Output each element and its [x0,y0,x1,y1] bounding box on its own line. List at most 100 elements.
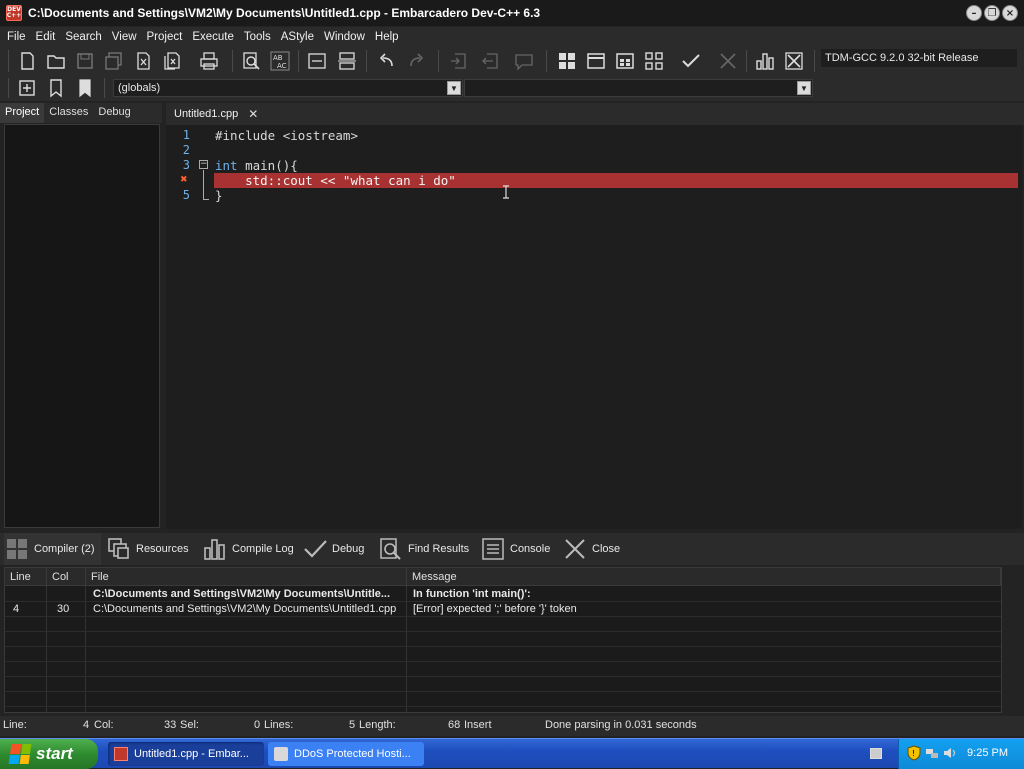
stop-execution-icon[interactable] [717,50,739,72]
syntax-check-icon[interactable] [680,50,702,72]
member-select[interactable]: ▼ [464,79,813,97]
menu-file[interactable]: File [2,31,31,43]
comment-icon[interactable] [513,50,535,72]
tab-compiler[interactable]: Compiler (2) [4,533,101,565]
maximize-button[interactable]: ❐ [984,5,1000,21]
split-view-icon[interactable] [336,50,358,72]
fold-toggle-icon[interactable]: − [199,160,208,169]
taskbar-item-browser[interactable]: DDoS Protected Hosti... [268,742,424,766]
menu-search[interactable]: Search [60,31,106,43]
compiler-messages-table: Line Col File Message C:\Documents and S… [4,567,1002,713]
tab-resources[interactable]: Resources [106,533,189,565]
menu-astyle[interactable]: AStyle [276,31,319,43]
column-header-file[interactable]: File [86,568,407,586]
tab-debug-output[interactable]: Debug [302,533,364,565]
devcpp-icon [114,747,128,761]
chevron-down-icon[interactable]: ▼ [797,81,811,95]
svg-text:AB: AB [273,54,283,62]
close-icon [565,539,585,559]
delete-profile-icon[interactable] [783,50,805,72]
find-icon[interactable] [240,50,262,72]
bookmark-icon[interactable] [45,77,67,99]
compile-icon[interactable] [556,50,578,72]
keyboard-icon[interactable] [870,748,882,759]
status-line-value: 4 [83,719,90,731]
goto-line-icon[interactable] [306,50,328,72]
row2-file[interactable]: C:\Documents and Settings\VM2\My Documen… [89,602,405,617]
code-line-1: #include <iostream> [215,128,358,143]
new-file-icon[interactable] [16,50,38,72]
browser-icon [274,747,288,761]
close-tab-icon[interactable]: ✕ [248,107,258,121]
run-icon[interactable] [585,50,607,72]
indent-icon[interactable] [448,50,470,72]
column-header-message[interactable]: Message [407,568,1001,586]
menu-edit[interactable]: Edit [31,31,61,43]
row1-line[interactable] [5,587,47,602]
status-line-label: Line: [3,719,27,731]
unindent-icon[interactable] [478,50,500,72]
replace-icon[interactable]: AB AC [269,50,291,72]
tab-compile-log[interactable]: Compile Log [202,533,294,565]
redo-icon[interactable] [405,50,427,72]
menu-help[interactable]: Help [370,31,404,43]
tab-classes[interactable]: Classes [44,103,93,123]
menu-bar: File Edit Search View Project Execute To… [0,27,1024,47]
close-window-button[interactable]: × [1002,5,1018,21]
left-panel-tabs: Project Classes Debug [0,103,162,123]
compiler-select[interactable]: TDM-GCC 9.2.0 32-bit Release [821,49,1017,67]
secondary-toolbar: (globals) ▼ ▼ [0,75,1024,101]
row1-message[interactable]: In function 'int main()': [409,587,999,602]
project-tree-panel[interactable] [4,124,160,528]
start-button[interactable]: start [0,739,98,769]
undo-icon[interactable] [376,50,398,72]
compile-run-icon[interactable] [614,50,636,72]
tab-project[interactable]: Project [0,103,45,123]
tab-find-results[interactable]: Find Results [378,533,469,565]
status-sel-value: 0 [254,719,261,731]
taskbar: start Untitled1.cpp - Embar... DDoS Prot… [0,738,1024,769]
save-icon[interactable] [74,50,96,72]
tab-close[interactable]: Close [562,533,620,565]
taskbar-item-devcpp[interactable]: Untitled1.cpp - Embar... [108,742,264,766]
save-all-icon[interactable] [103,50,125,72]
insert-code-icon[interactable] [16,77,38,99]
rebuild-icon[interactable] [643,50,665,72]
row1-file[interactable]: C:\Documents and Settings\VM2\My Documen… [89,587,405,602]
chevron-down-icon[interactable]: ▼ [447,81,461,95]
print-icon[interactable] [198,50,220,72]
tab-debug[interactable]: Debug [93,103,135,123]
close-file-icon[interactable] [132,50,154,72]
open-folder-icon[interactable] [45,50,67,72]
column-header-line[interactable]: Line [5,568,47,586]
keyword-int: int [215,158,238,173]
volume-icon[interactable] [943,746,957,760]
row1-col[interactable] [47,587,86,602]
menu-window[interactable]: Window [319,31,370,43]
row2-line[interactable]: 4 [9,602,47,617]
menu-tools[interactable]: Tools [239,31,276,43]
tab-console[interactable]: Console [480,533,550,565]
profile-icon[interactable] [754,50,776,72]
minimize-button[interactable]: – [966,5,982,21]
close-all-icon[interactable] [161,50,183,72]
menu-project[interactable]: Project [142,31,188,43]
menu-view[interactable]: View [107,31,142,43]
row2-message[interactable]: [Error] expected ';' before '}' token [409,602,999,617]
editor-tab-untitled1[interactable]: Untitled1.cpp ✕ [166,103,267,125]
code-editor[interactable]: 1 2 3 5 ✖ − #include <iostream> int main… [166,125,1022,529]
editor-tab-bar: Untitled1.cpp ✕ [166,103,1024,125]
code-line-3: int main(){ [215,158,298,173]
goto-bookmark-icon[interactable] [74,77,96,99]
line-gutter: 1 2 3 5 ✖ − [166,125,214,529]
find-results-icon [380,538,401,560]
status-length-label: Length: [359,719,396,731]
line-number: 3 [182,158,190,172]
row2-col[interactable]: 30 [53,602,86,617]
windows-logo-icon [8,744,32,764]
security-shield-icon[interactable]: ! [907,745,921,761]
menu-execute[interactable]: Execute [187,31,239,43]
network-icon[interactable] [925,746,939,760]
scope-select[interactable]: (globals) ▼ [113,79,463,97]
column-header-col[interactable]: Col [47,568,86,586]
